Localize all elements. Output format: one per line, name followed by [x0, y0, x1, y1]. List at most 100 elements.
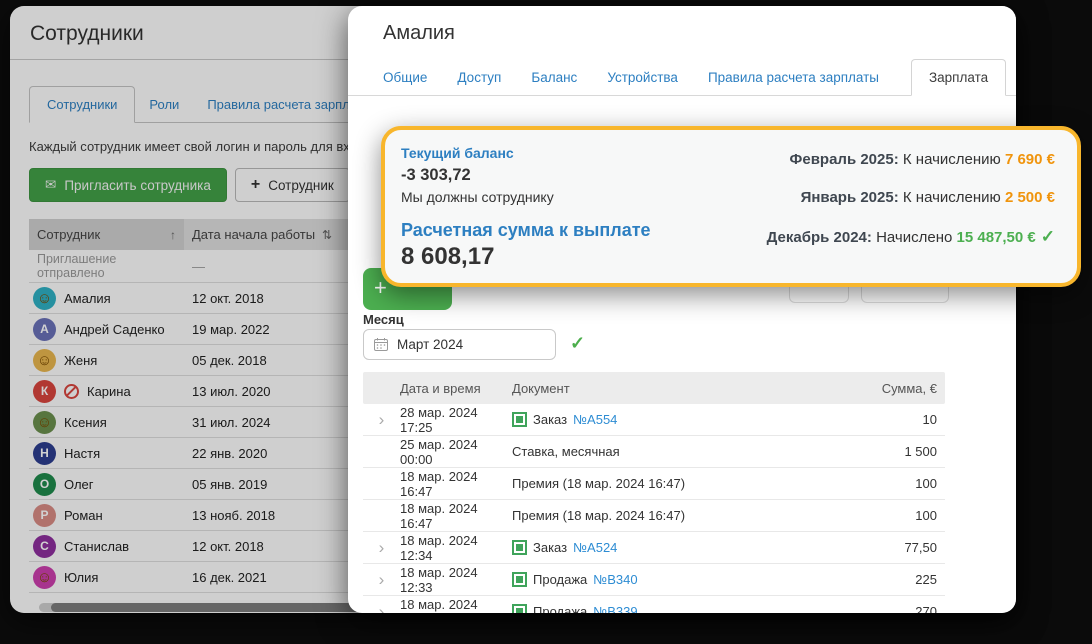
transaction-amount: 100 — [855, 508, 945, 523]
transactions-table: Дата и время Документ Сумма, € ›28 мар. … — [363, 372, 945, 613]
month-value: Март 2024 — [397, 337, 463, 352]
employee-start-date: 12 окт. 2018 — [184, 291, 340, 306]
chevron-right-icon[interactable]: › — [363, 539, 400, 556]
document-type: Продажа — [533, 604, 587, 613]
employee-name: Олег — [64, 477, 94, 492]
accrual-line: Февраль 2025: К начислению 7 690 € — [790, 151, 1055, 168]
table-row[interactable]: ›18 мар. 2024 12:34 Заказ №А524 77,50 — [363, 532, 945, 564]
payout-label: Расчетная сумма к выплате — [401, 220, 701, 241]
transaction-amount: 77,50 — [855, 540, 945, 555]
tab-Устройства[interactable]: Устройства — [607, 60, 678, 95]
document-type: Премия (18 мар. 2024 16:47) — [512, 508, 685, 523]
transaction-document: Ставка, месячная — [512, 444, 855, 459]
table-row[interactable]: 25 мар. 2024 00:00Ставка, месячная1 500 — [363, 436, 945, 468]
transaction-datetime: 18 мар. 2024 12:28 — [400, 597, 512, 614]
employee-name-cell: ☺Амалия — [29, 285, 184, 312]
month-valid-check-icon: ✓ — [570, 333, 585, 354]
column-header-datetime: Дата и время — [400, 381, 512, 396]
tab-Сотрудники[interactable]: Сотрудники — [29, 86, 135, 123]
document-number-link[interactable]: №А524 — [573, 540, 617, 555]
employee-name: Ксения — [64, 415, 107, 430]
accrual-period: Февраль 2025: — [790, 151, 903, 168]
table-row[interactable]: ›18 мар. 2024 12:33Продажа№В340225 — [363, 564, 945, 596]
column-header-document: Документ — [512, 381, 855, 396]
month-picker-input[interactable]: Март 2024 — [363, 329, 556, 360]
screen: Сотрудники СотрудникиРолиПравила расчета… — [0, 0, 1092, 644]
employee-start-date: 31 июл. 2024 — [184, 415, 340, 430]
document-number-link[interactable]: №А554 — [573, 412, 617, 427]
tab-Баланс[interactable]: Баланс — [531, 60, 577, 95]
employee-name: Настя — [64, 446, 100, 461]
avatar: Н — [33, 442, 56, 465]
transaction-amount: 10 — [855, 412, 945, 427]
employee-detail-panel: Амалия ОбщиеДоступБалансУстройстваПравил… — [348, 6, 1016, 613]
current-balance-value: -3 303,72 — [401, 166, 701, 185]
employee-name-cell: ☺Ксения — [29, 409, 184, 436]
transaction-datetime: 18 мар. 2024 12:34 — [400, 533, 512, 563]
accrual-line: Январь 2025: К начислению 2 500 € — [801, 189, 1055, 206]
accruals-block: Февраль 2025: К начислению 7 690 € Январь… — [701, 130, 1077, 283]
avatar: ☺ — [33, 566, 56, 589]
tab-Правила расчета зарплаты[interactable]: Правила расчета зарплаты — [708, 60, 879, 95]
doc-status-icon — [512, 540, 527, 555]
transaction-datetime: 18 мар. 2024 12:33 — [400, 565, 512, 595]
transaction-datetime: 25 мар. 2024 00:00 — [400, 437, 512, 467]
chevron-right-icon[interactable]: › — [363, 571, 400, 588]
table-row[interactable]: 18 мар. 2024 16:47Премия (18 мар. 2024 1… — [363, 468, 945, 500]
transaction-document: Премия (18 мар. 2024 16:47) — [512, 508, 855, 523]
accrual-amount: 7 690 € — [1005, 151, 1055, 168]
document-type: Заказ — [533, 540, 567, 555]
document-number-link[interactable]: №В340 — [593, 572, 637, 587]
accrual-status: Начислено — [876, 229, 956, 246]
table-row[interactable]: ›28 мар. 2024 17:25Заказ№А55410 — [363, 404, 945, 436]
payout-value: 8 608,17 — [401, 243, 701, 271]
employee-name: Роман — [64, 508, 103, 523]
accrual-status: К начислению — [903, 189, 1005, 206]
employee-start-date: 05 дек. 2018 — [184, 353, 340, 368]
transaction-amount: 100 — [855, 476, 945, 491]
accrual-period: Январь 2025: — [801, 189, 903, 206]
document-number-link[interactable]: №В339 — [593, 604, 637, 613]
employee-start-date: 05 янв. 2019 — [184, 477, 340, 492]
transactions-table-body: ›28 мар. 2024 17:25Заказ№А5541025 мар. 2… — [363, 404, 945, 613]
panel-tabs: Общие Доступ Баланс Устройства Правила расче… — [348, 59, 1016, 96]
tab-Доступ[interactable]: Доступ — [457, 60, 501, 95]
chevron-right-icon[interactable]: › — [363, 603, 400, 613]
salary-summary-callout: Текущий баланс -3 303,72 Мы должны сотру… — [381, 126, 1081, 287]
add-employee-label: Сотрудник — [268, 178, 334, 193]
employee-name-cell: ККарина — [29, 378, 184, 405]
tab-Роли[interactable]: Роли — [135, 87, 193, 122]
employee-name: Юлия — [64, 570, 98, 585]
add-employee-button[interactable]: + Сотрудник — [235, 168, 350, 202]
transaction-document: Заказ №А524 — [512, 540, 855, 555]
employee-start-date: 13 июл. 2020 — [184, 384, 340, 399]
balance-block: Текущий баланс -3 303,72 Мы должны сотру… — [385, 130, 701, 283]
doc-status-icon — [512, 572, 527, 587]
tab-Общие[interactable]: Общие — [383, 60, 427, 95]
avatar: ☺ — [33, 349, 56, 372]
table-row[interactable]: 18 мар. 2024 16:47Премия (18 мар. 2024 1… — [363, 500, 945, 532]
transaction-document: Продажа №В340 — [512, 572, 855, 587]
transaction-document: Заказ№А554 — [512, 412, 855, 427]
transaction-datetime: 18 мар. 2024 16:47 — [400, 469, 512, 499]
employee-name: Карина — [87, 384, 131, 399]
employee-name-cell: ААндрей Саденко — [29, 316, 184, 343]
check-icon: ✓ — [1041, 227, 1055, 246]
table-row[interactable]: ›18 мар. 2024 12:28Продажа№В339270 — [363, 596, 945, 613]
chevron-right-icon[interactable]: › — [363, 411, 400, 428]
accrual-amount: 2 500 € — [1005, 189, 1055, 206]
column-header-start-date[interactable]: Дата начала работы ⇅ — [184, 219, 340, 250]
sort-icon: ⇅ — [322, 228, 332, 242]
tab-Зарплата[interactable]: Зарплата — [911, 59, 1006, 96]
plus-icon: + — [251, 176, 260, 194]
accrual-amount: 15 487,50 € — [957, 229, 1036, 246]
column-header-employee[interactable]: Сотрудник ↑ — [29, 219, 184, 250]
invite-employee-label: Пригласить сотрудника — [64, 178, 211, 193]
employee-name: Женя — [64, 353, 97, 368]
invite-employee-button[interactable]: ✉ Пригласить сотрудника — [29, 168, 227, 202]
blocked-icon — [64, 384, 79, 399]
document-type: Продажа — [533, 572, 587, 587]
employee-name-cell: ССтанислав — [29, 533, 184, 560]
accrual-period: Декабрь 2024: — [767, 229, 876, 246]
employee-name-cell: РРоман — [29, 502, 184, 529]
